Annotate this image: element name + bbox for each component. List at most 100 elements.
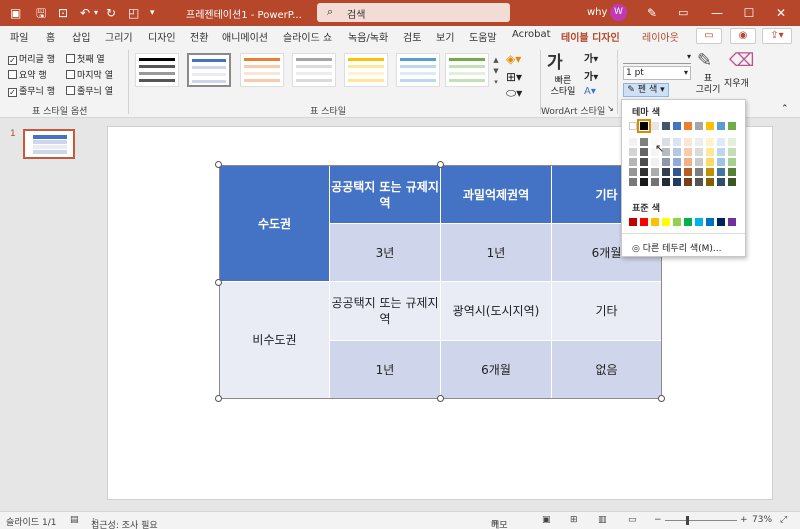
color-swatch[interactable] [662, 122, 670, 130]
banded-columns-option[interactable]: 줄무늬 열 [66, 84, 113, 97]
color-swatch[interactable] [640, 158, 648, 166]
tab-layout[interactable]: 레이아웃 [642, 29, 679, 44]
comments-button[interactable]: ▭ [696, 28, 722, 44]
resize-handle[interactable] [437, 161, 444, 168]
avatar[interactable]: W [610, 4, 627, 21]
color-swatch[interactable] [651, 178, 659, 186]
color-swatch[interactable] [684, 178, 692, 186]
color-swatch[interactable] [673, 218, 681, 226]
color-swatch[interactable] [673, 122, 681, 130]
dialog-launcher-icon[interactable]: ↘ [607, 104, 614, 113]
color-swatch[interactable] [695, 168, 703, 176]
color-swatch[interactable] [728, 138, 736, 146]
eraser-button[interactable]: 지우개 [724, 76, 749, 89]
color-swatch[interactable] [629, 218, 637, 226]
more-border-colors-item[interactable]: ◎ 다른 테두리 색(M)... [632, 241, 722, 254]
table-style-swatch[interactable] [240, 53, 284, 87]
zoom-in-icon[interactable]: + [740, 515, 748, 525]
color-swatch[interactable] [684, 218, 692, 226]
color-swatch[interactable] [695, 122, 703, 130]
minimize-button[interactable]: — [702, 0, 732, 26]
resize-handle[interactable] [437, 395, 444, 402]
total-row-option[interactable]: 요약 행 [8, 68, 47, 81]
color-swatch[interactable] [728, 218, 736, 226]
table-cell[interactable]: 공공택지 또는 규제지역 [329, 165, 441, 224]
gallery-scroll[interactable]: ▲ ▼ ▾ [491, 55, 501, 89]
table-cell[interactable]: 6개월 [440, 340, 552, 399]
search-box[interactable]: ⌕ 검색 [317, 3, 510, 22]
color-swatch[interactable] [706, 168, 714, 176]
color-swatch[interactable] [640, 218, 648, 226]
color-swatch[interactable] [662, 168, 670, 176]
redo-icon[interactable]: ↻ [106, 5, 116, 21]
tab-slideshow[interactable]: 슬라이드 쇼 [283, 29, 332, 44]
tab-recording[interactable]: 녹음/녹화 [348, 29, 388, 44]
table-cell[interactable]: 3년 [329, 223, 441, 282]
scroll-up-icon[interactable]: ▲ [491, 55, 501, 66]
text-fill-icon[interactable]: 가▾ [584, 50, 598, 65]
color-swatch[interactable] [640, 148, 648, 156]
table-style-swatch[interactable] [445, 53, 489, 87]
color-swatch[interactable] [695, 178, 703, 186]
color-swatch[interactable] [629, 122, 637, 130]
color-swatch[interactable] [673, 138, 681, 146]
table-cell[interactable]: 기타 [551, 281, 662, 341]
collapse-ribbon-icon[interactable]: ⌃ [781, 104, 789, 114]
normal-view-icon[interactable]: ▣ [542, 515, 551, 525]
color-swatch[interactable] [684, 148, 692, 156]
color-swatch[interactable] [695, 158, 703, 166]
text-effects-icon[interactable]: A▾ [584, 86, 596, 97]
tab-table-design[interactable]: 테이블 디자인 [561, 29, 620, 48]
color-swatch[interactable] [695, 148, 703, 156]
tab-insert[interactable]: 삽입 [72, 29, 90, 44]
pen-color-button[interactable]: ✎ 펜 색 ▾ [623, 83, 669, 97]
zoom-out-icon[interactable]: − [654, 515, 662, 525]
slide-sorter-icon[interactable]: ⊞ [570, 515, 578, 525]
color-swatch[interactable] [684, 158, 692, 166]
color-swatch[interactable] [706, 148, 714, 156]
color-swatch[interactable] [662, 178, 670, 186]
color-swatch[interactable] [717, 122, 725, 130]
color-swatch[interactable] [717, 168, 725, 176]
tab-help[interactable]: 도움말 [469, 29, 497, 44]
reading-view-icon[interactable]: ▥ [598, 515, 607, 525]
zoom-slider[interactable] [665, 520, 737, 521]
color-swatch[interactable] [706, 218, 714, 226]
color-swatch[interactable] [728, 168, 736, 176]
table-cell[interactable]: 과밀억제권역 [440, 165, 552, 224]
resize-handle[interactable] [215, 161, 222, 168]
table-cell[interactable]: 1년 [440, 223, 552, 282]
zoom-level[interactable]: 73% [752, 515, 772, 525]
save-icon[interactable]: 🖫 [36, 5, 46, 21]
quick-styles-icon[interactable]: 가 [547, 48, 563, 73]
pen-weight-dropdown[interactable]: 1 pt ▾ [623, 66, 691, 80]
tab-animations[interactable]: 애니메이션 [222, 29, 268, 44]
color-swatch[interactable] [651, 158, 659, 166]
table-cell[interactable]: 비수도권 [219, 281, 330, 399]
resize-handle[interactable] [215, 395, 222, 402]
share-button[interactable]: ⇪▾ [762, 28, 792, 44]
ribbon-display-icon[interactable]: ▭ [678, 5, 688, 21]
text-outline-icon[interactable]: 가▾ [584, 68, 598, 83]
color-swatch[interactable] [629, 148, 637, 156]
proofing-icon[interactable]: ▤ [70, 515, 79, 525]
table-cell[interactable]: 없음 [551, 340, 662, 399]
header-row-option[interactable]: ✓ 머리글 행 [8, 52, 55, 65]
slideshow-view-icon[interactable]: ▭ [628, 515, 637, 525]
table-style-swatch[interactable] [187, 53, 231, 87]
color-swatch[interactable] [673, 168, 681, 176]
slideshow-from-start-icon[interactable]: ⊡ [58, 5, 68, 21]
table-style-swatch[interactable] [292, 53, 336, 87]
tab-design[interactable]: 디자인 [148, 29, 176, 44]
color-swatch[interactable] [717, 158, 725, 166]
color-swatch[interactable] [728, 178, 736, 186]
slide-thumbnail[interactable] [23, 129, 75, 159]
table-style-swatch[interactable] [396, 53, 440, 87]
pen-style-dropdown[interactable]: ▾ [623, 52, 691, 64]
color-swatch[interactable] [673, 148, 681, 156]
zoom-slider-thumb[interactable] [686, 516, 689, 525]
table-style-swatch[interactable] [135, 53, 179, 87]
table-cell[interactable]: 수도권 [219, 165, 330, 282]
maximize-button[interactable]: ☐ [734, 0, 764, 26]
tab-view[interactable]: 보기 [436, 29, 454, 44]
